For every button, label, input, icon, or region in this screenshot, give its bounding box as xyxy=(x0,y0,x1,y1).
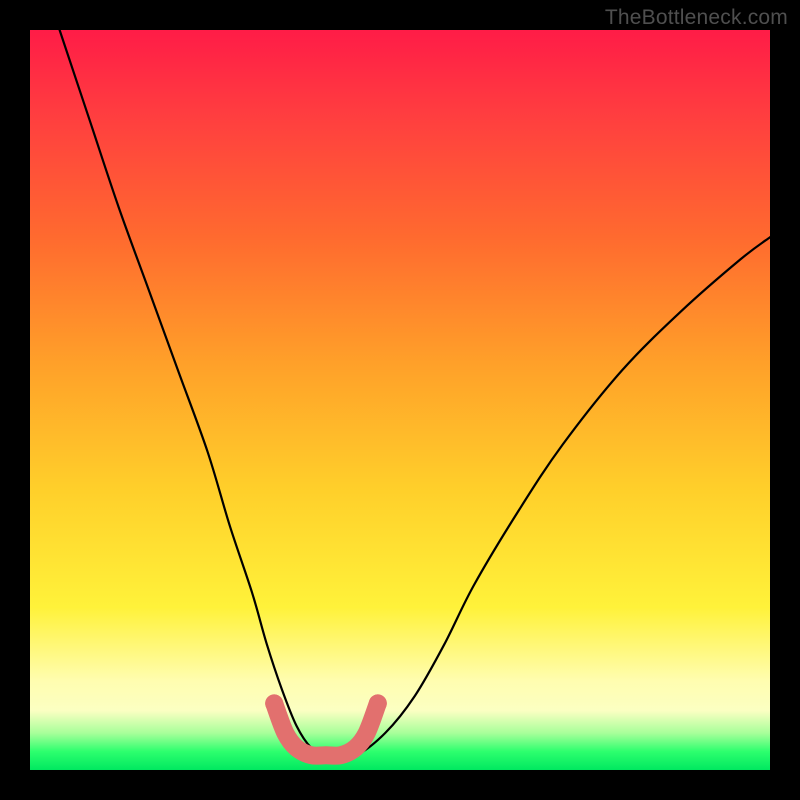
trough-marker-end xyxy=(369,694,387,712)
curve-layer xyxy=(30,30,770,770)
watermark-text: TheBottleneck.com xyxy=(605,6,788,30)
chart-frame: TheBottleneck.com xyxy=(0,0,800,800)
trough-marker-end xyxy=(265,694,283,712)
plot-area xyxy=(30,30,770,770)
bottleneck-curve xyxy=(60,30,770,757)
